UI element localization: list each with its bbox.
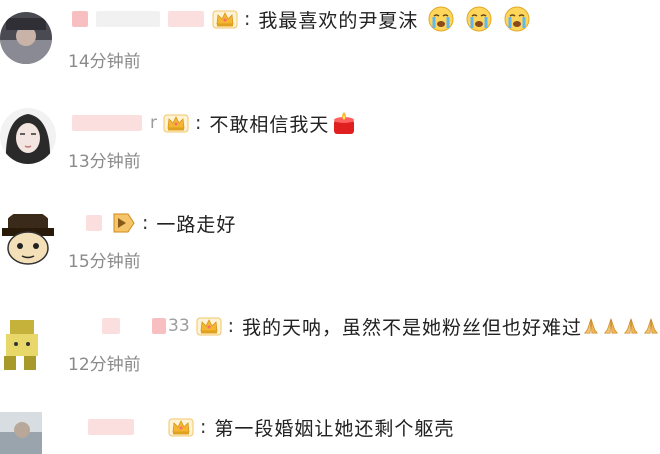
avatar[interactable] bbox=[0, 412, 42, 454]
comment-item: : 第一段婚姻让她还剩个躯壳 bbox=[0, 404, 660, 454]
timestamp: 15分钟前 bbox=[68, 252, 141, 272]
username-fragment[interactable]: r bbox=[150, 113, 157, 133]
comment-item: : 一路走好 15分钟前 bbox=[0, 206, 660, 306]
crown-badge-icon bbox=[212, 8, 238, 30]
praying-hands-emoji bbox=[622, 317, 640, 335]
timestamp: 14分钟前 bbox=[68, 52, 141, 72]
praying-hands-emoji bbox=[602, 317, 620, 335]
praying-hands-emoji bbox=[582, 317, 600, 335]
avatar[interactable] bbox=[0, 210, 56, 266]
folded-badge-icon bbox=[113, 213, 135, 233]
comment-text: 第一段婚姻让她还剩个躯壳 bbox=[214, 417, 455, 440]
comment-text: 不敢相信我天 bbox=[209, 113, 330, 136]
username-fragment[interactable]: 33 bbox=[168, 316, 190, 336]
crying-face-emoji bbox=[466, 6, 492, 32]
comment-line: 33 : 我的天呐，虽然不是她粉丝但也好难过 bbox=[72, 311, 660, 341]
username-blur[interactable] bbox=[72, 11, 88, 27]
comment-item: : 我最喜欢的尹夏沫 14分钟前 bbox=[0, 0, 660, 100]
comment-item: 33 : 我的天呐，虽然不是她粉丝但也好难过 12分钟前 bbox=[0, 306, 660, 406]
comment-line: : 第一段婚姻让她还剩个躯壳 bbox=[72, 412, 454, 442]
colon: : bbox=[195, 112, 202, 134]
comment-line: r : 不敢相信我天 bbox=[72, 108, 357, 138]
username-blur[interactable] bbox=[86, 215, 102, 231]
username-blur[interactable] bbox=[168, 11, 204, 27]
username-blur[interactable] bbox=[102, 318, 120, 334]
avatar[interactable] bbox=[0, 316, 48, 372]
timestamp: 12分钟前 bbox=[68, 355, 141, 375]
comment-line: : 我最喜欢的尹夏沫 bbox=[72, 4, 530, 34]
avatar[interactable] bbox=[0, 12, 52, 64]
username-blur[interactable] bbox=[88, 419, 134, 435]
comment-text: 我的天呐，虽然不是她粉丝但也好难过 bbox=[242, 316, 583, 339]
comment-text: 一路走好 bbox=[156, 213, 237, 236]
colon: : bbox=[244, 8, 251, 30]
username-blur[interactable] bbox=[96, 11, 160, 27]
comment-item: r : 不敢相信我天 13分钟前 bbox=[0, 104, 660, 204]
crown-badge-icon bbox=[168, 416, 194, 438]
username-blur[interactable] bbox=[72, 115, 142, 131]
username-blur[interactable] bbox=[152, 318, 166, 334]
colon: : bbox=[227, 315, 235, 337]
comment-line: : 一路走好 bbox=[72, 208, 236, 238]
colon: : bbox=[200, 416, 207, 438]
praying-hands-emoji bbox=[642, 317, 660, 335]
comment-text: 我最喜欢的尹夏沫 bbox=[258, 9, 419, 32]
timestamp: 13分钟前 bbox=[68, 152, 141, 172]
crown-badge-icon bbox=[196, 315, 222, 337]
colon: : bbox=[142, 212, 149, 234]
candle-emoji bbox=[331, 110, 357, 136]
avatar[interactable] bbox=[0, 108, 56, 164]
crying-face-emoji bbox=[428, 6, 454, 32]
crying-face-emoji bbox=[504, 6, 530, 32]
crown-badge-icon bbox=[163, 112, 189, 134]
